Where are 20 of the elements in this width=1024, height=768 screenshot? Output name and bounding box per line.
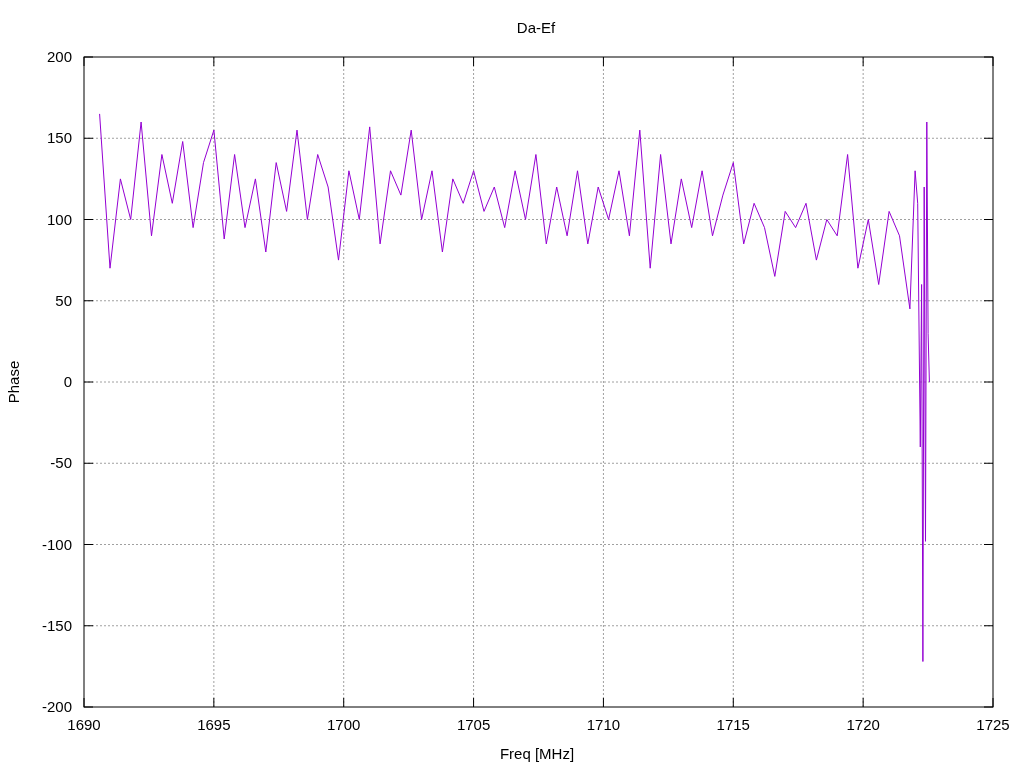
x-tick-label: 1710	[586, 716, 621, 733]
y-tick-label: 0	[63, 373, 72, 390]
x-tick-label: 1725	[976, 716, 1010, 733]
x-axis-label: Freq [MHz]	[499, 745, 575, 762]
y-tick-label: -100	[41, 535, 72, 553]
x-tick-label: 1695	[197, 716, 231, 733]
x-tick-label: 1715	[716, 716, 750, 733]
y-tick-label: 100	[46, 210, 72, 228]
x-tick-label: 1720	[846, 716, 880, 733]
chart-title: Da-Ef	[516, 19, 556, 36]
y-tick-label: 50	[55, 291, 72, 309]
y-tick-label: -50	[50, 454, 72, 472]
y-tick-label: -200	[41, 698, 72, 715]
y-tick-label: 150	[46, 129, 72, 147]
y-tick-label: -150	[41, 616, 72, 634]
y-tick-label: 200	[46, 48, 72, 65]
x-tick-label: 1705	[456, 716, 491, 733]
x-tick-label: 1690	[67, 716, 101, 733]
y-axis-label: Phase	[5, 360, 22, 404]
x-tick-label: 1700	[327, 716, 361, 733]
